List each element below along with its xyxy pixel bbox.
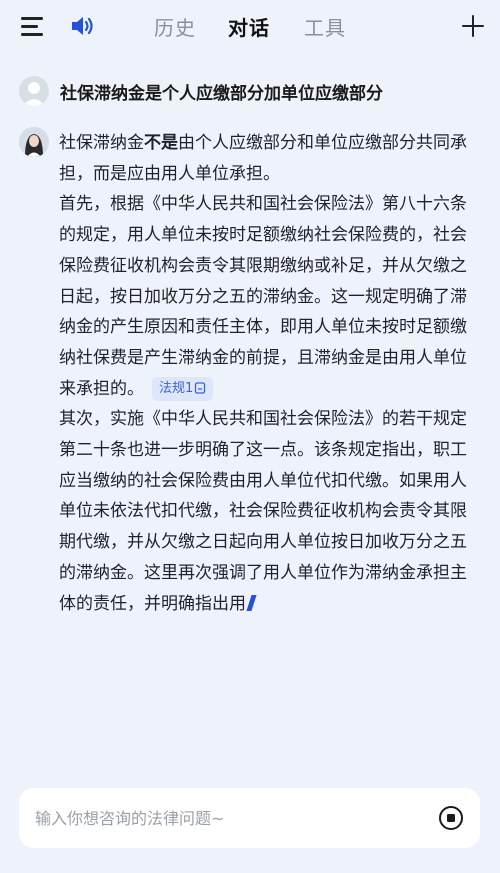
answer-intro-emphasis: 不是 [144, 133, 178, 153]
answer-paragraph-2-text: 其次，实施《中华人民共和国社会保险法》的若干规定第二十条也进一步明确了这一点。该… [59, 409, 467, 614]
tab-tools[interactable]: 工具 [304, 12, 346, 41]
tab-chat[interactable]: 对话 [228, 12, 270, 41]
answer-paragraph-1-text: 首先，根据《中华人民共和国社会保险法》第八十六条的规定，用人单位未按时足额缴纳社… [59, 194, 467, 399]
user-message: 社保滞纳金是个人应缴部分加单位应缴部分 [19, 76, 489, 108]
law-reference-label: 法规1 [159, 380, 194, 396]
stop-icon[interactable] [438, 805, 464, 831]
assistant-answer: 社保滞纳金不是由个人应缴部分和单位应缴部分共同承担，而是应由用人单位承担。 首先… [59, 128, 469, 619]
answer-intro-prefix: 社保滞纳金 [59, 133, 144, 153]
answer-paragraph-2: 其次，实施《中华人民共和国社会保险法》的若干规定第二十条也进一步明确了这一点。该… [59, 404, 469, 619]
top-bar: 历史 对话 工具 [0, 0, 500, 54]
answer-paragraph-1: 首先，根据《中华人民共和国社会保险法》第八十六条的规定，用人单位未按时足额缴纳社… [59, 189, 469, 404]
law-reference-tag[interactable]: 法规1 [152, 376, 214, 401]
plus-icon[interactable] [462, 15, 484, 37]
chat-input-box[interactable] [19, 788, 480, 848]
document-icon [195, 381, 206, 394]
user-avatar [19, 76, 49, 106]
user-question-text: 社保滞纳金是个人应缴部分加单位应缴部分 [60, 84, 383, 104]
menu-icon[interactable] [21, 17, 43, 36]
assistant-avatar [19, 127, 49, 157]
typing-cursor-icon [246, 594, 257, 611]
speaker-icon[interactable] [70, 14, 96, 38]
tab-history[interactable]: 历史 [154, 12, 196, 41]
answer-intro: 社保滞纳金不是由个人应缴部分和单位应缴部分共同承担，而是应由用人单位承担。 [59, 128, 469, 189]
question-input[interactable] [35, 805, 415, 831]
